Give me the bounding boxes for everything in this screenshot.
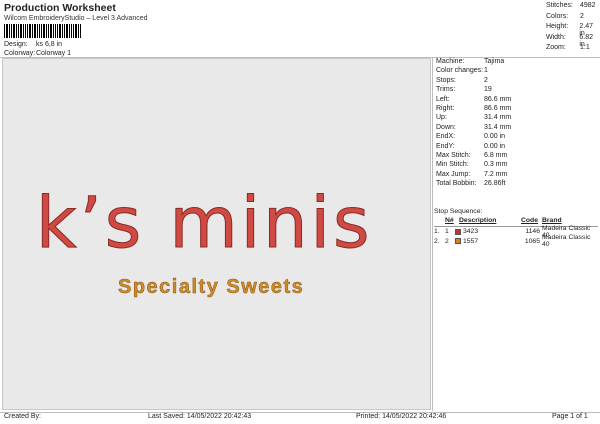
endy-row: EndY: 0.00 in <box>436 142 506 150</box>
stat-height: Height: 2.47 in <box>546 23 593 37</box>
down-row: Down: 31.4 mm <box>436 123 512 131</box>
machine-row: Machine: Tajima <box>436 58 505 65</box>
page-title: Production Worksheet <box>4 2 116 14</box>
stat-width: Width: 6.82 in <box>546 33 593 48</box>
color-swatch <box>455 228 461 235</box>
stop-sequence-table: Stop Sequence: N# Description Code Brand… <box>434 208 598 249</box>
trims-row: Trims: 19 <box>436 86 492 94</box>
max-stitch-row: Max Stitch: 6.8 mm <box>436 151 508 159</box>
stats-panel: Stitches: 4982 Colors: 2 Height: 2.47 in Wi… <box>546 2 600 55</box>
footer-last-saved: Last Saved: 14/05/2022 20:42:43 <box>148 413 252 420</box>
design-value: ks 6,8 in <box>36 41 63 48</box>
stops-row: Stops: 2 <box>436 76 488 84</box>
endx-row: EndX: 0.00 in <box>436 133 506 141</box>
min-stitch-row: Min Stitch: 0.3 mm <box>436 161 508 169</box>
footer-created-by: Created By: <box>4 413 41 420</box>
colorway-row: Colorway:Colorway 1 <box>4 50 71 57</box>
up-row: Up: 31.4 mm <box>436 114 512 122</box>
machine-panel: Machine: Tajima Color changes: 1 Stops: 2 T… <box>436 58 511 189</box>
table-row: 2. 2 1557 1065 Madeira Classic 40 <box>434 234 591 249</box>
design-row: Design: ks 6,8 in <box>4 41 62 48</box>
color-swatch <box>455 238 461 245</box>
colorway-label: Colorway: <box>4 50 36 57</box>
design-label: Design: <box>4 41 28 48</box>
right-row: Right: 86.6 mm <box>436 104 512 112</box>
left-row: Left: 86.6 mm <box>436 95 512 103</box>
design-main-text: k’s minis <box>35 182 373 264</box>
footer-printed: Printed: 14/05/2022 20:42:46 <box>356 413 447 420</box>
footer-page: Page 1 of 1 <box>552 413 588 420</box>
stat-zoom: Zoom: 1:1 <box>546 44 590 51</box>
max-jump-row: Max Jump: 7.2 mm <box>436 170 508 178</box>
design-sub-text: Specialty Sweets <box>118 276 305 299</box>
stat-colors: Colors: 2 <box>546 12 584 20</box>
barcode <box>4 24 82 38</box>
stat-stitches: Stitches: 4982 <box>546 2 596 9</box>
color-changes-row: Color changes: 1 <box>436 67 488 75</box>
software-name: Wilcom EmbroideryStudio – Level 3 Advanc… <box>4 15 148 22</box>
colorway-value: Colorway 1 <box>36 50 72 57</box>
stop-sequence-title: Stop Sequence: <box>434 208 483 215</box>
panel-divider <box>432 57 433 411</box>
total-bobbin-row: Total Bobbin: 26.86ft <box>436 180 506 188</box>
